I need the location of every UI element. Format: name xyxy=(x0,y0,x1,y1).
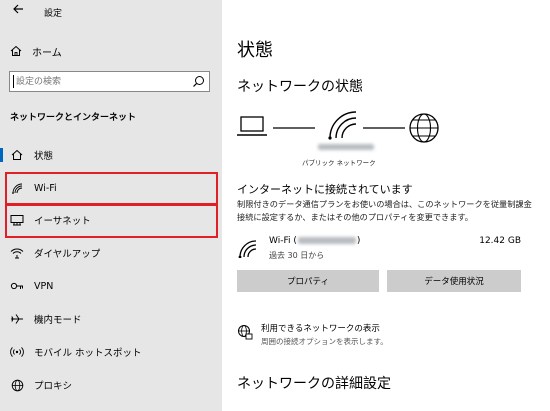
sidebar-item-proxy[interactable]: プロキシ xyxy=(0,368,222,402)
home-icon xyxy=(10,148,24,162)
sidebar-item-label: 状態 xyxy=(34,151,54,162)
sidebar-item-label: VPN xyxy=(34,280,54,292)
highlight-box-ethernet xyxy=(5,204,218,238)
hotspot-icon xyxy=(10,345,24,359)
sidebar-item-vpn[interactable]: VPN xyxy=(0,269,222,303)
properties-button[interactable]: プロパティ xyxy=(237,270,379,292)
available-networks-title: 利用できるネットワークの表示 xyxy=(261,324,380,334)
data-usage-button[interactable]: データ使用状況 xyxy=(387,270,521,292)
main-content: 状態 ネットワークの状態 パブリック ネットワーク インターネットに接続されてい… xyxy=(222,0,550,411)
sidebar-item-label: モバイル ホットスポット xyxy=(34,348,142,359)
sidebar-item-dialup[interactable]: ダイヤルアップ xyxy=(0,236,222,270)
search-input[interactable] xyxy=(10,72,190,91)
connection-status-description: 制限付きのデータ通信プランをお使いの場合は、このネットワークを従量制課金接続に設… xyxy=(237,199,532,222)
back-arrow-icon[interactable] xyxy=(10,3,26,19)
wifi-signal-icon xyxy=(328,111,357,140)
globe-icon xyxy=(409,113,439,143)
search-icon[interactable] xyxy=(192,75,205,88)
connection-name: Wi-Fi () xyxy=(269,236,361,246)
vpn-icon xyxy=(10,279,24,293)
globe-icon xyxy=(10,378,24,392)
connection-row: Wi-Fi () 過去 30 日から 12.42 GB xyxy=(237,234,537,264)
home-nav-item[interactable]: ホーム xyxy=(9,41,209,61)
airplane-icon xyxy=(10,312,24,326)
home-icon xyxy=(9,44,23,58)
connection-period: 過去 30 日から xyxy=(269,251,325,260)
redacted-network-name xyxy=(318,144,374,150)
advanced-settings-heading: ネットワークの詳細設定 xyxy=(237,376,391,392)
home-label: ホーム xyxy=(32,47,62,59)
search-box[interactable] xyxy=(9,71,210,92)
sidebar: 設定 ホーム ネットワークとインターネット 状態 Wi-Fi イーサネット xyxy=(0,0,222,411)
dialup-icon xyxy=(10,246,24,260)
app-title: 設定 xyxy=(44,9,63,19)
connection-status-title: インターネットに接続されています xyxy=(237,183,413,196)
sidebar-item-hotspot[interactable]: モバイル ホットスポット xyxy=(0,335,222,369)
show-available-networks[interactable]: 利用できるネットワークの表示 周囲の接続オプションを表示します。 xyxy=(237,322,537,352)
sidebar-item-label: ダイヤルアップ xyxy=(34,249,101,260)
title-bar: 設定 xyxy=(0,0,222,24)
network-type-label: パブリック ネットワーク xyxy=(302,159,376,167)
section-title: ネットワークとインターネット xyxy=(10,113,137,123)
data-usage-amount: 12.42 GB xyxy=(479,236,521,246)
sidebar-item-status[interactable]: 状態 xyxy=(0,138,222,172)
wifi-icon xyxy=(237,238,261,259)
sidebar-item-airplane[interactable]: 機内モード xyxy=(0,302,222,336)
laptop-icon xyxy=(237,116,267,136)
page-title: 状態 xyxy=(237,40,273,61)
sidebar-item-label: プロキシ xyxy=(34,381,73,392)
available-networks-subtitle: 周囲の接続オプションを表示します。 xyxy=(261,337,388,346)
network-status-heading: ネットワークの状態 xyxy=(237,79,363,95)
sidebar-item-label: 機内モード xyxy=(34,315,82,326)
network-globe-icon xyxy=(237,324,253,340)
redacted-ssid xyxy=(297,237,356,244)
highlight-box-wifi xyxy=(5,172,218,205)
